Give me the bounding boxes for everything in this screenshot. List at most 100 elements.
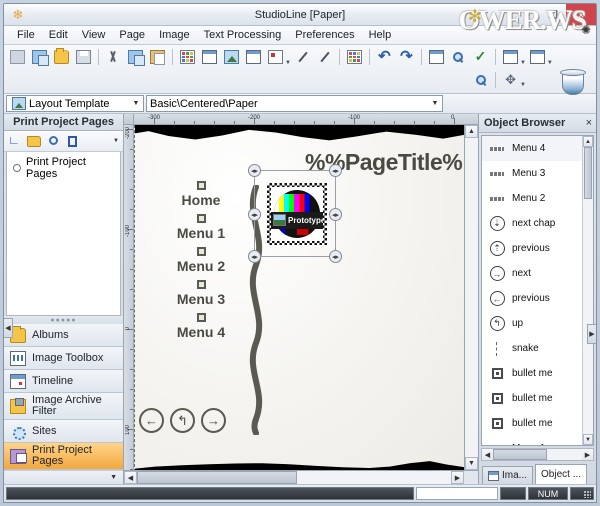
scroll-track-vertical[interactable] — [583, 199, 593, 434]
list-item[interactable]: bullet me — [482, 411, 582, 436]
menu-item-help[interactable]: Help — [362, 26, 399, 45]
resize-handle-bottom-left[interactable]: ◂▸ — [248, 250, 261, 263]
scroll-down-button[interactable]: ▼ — [583, 434, 593, 445]
save-button[interactable] — [73, 47, 94, 67]
panel-resize-grip[interactable]: ●●●●● — [4, 316, 123, 324]
eyedropper-button[interactable] — [292, 47, 313, 67]
resize-handle-left[interactable]: ◂▸ — [248, 208, 261, 221]
chevron-down-icon[interactable]: ▼ — [129, 100, 143, 107]
list-item[interactable]: Menu 2 — [482, 186, 582, 211]
radio-icon[interactable] — [13, 164, 21, 172]
resize-handle-bottom-right[interactable]: ◂▸ — [329, 250, 342, 263]
sidebar-item-timeline[interactable]: Timeline — [4, 370, 123, 393]
page-canvas[interactable]: %%PageTitle% Home Menu 1 Menu 2 Menu 3 M… — [134, 125, 464, 470]
zoom-tool-button[interactable] — [470, 70, 491, 90]
template-path-dropdown[interactable]: Basic\Centered\Paper ▼ — [146, 95, 443, 112]
object-browser-horizontal-scrollbar[interactable]: ◀ ▶ — [481, 448, 594, 461]
copy-button[interactable] — [125, 47, 146, 67]
prototype-image[interactable]: Prototype — [267, 183, 327, 245]
resize-handle-right[interactable]: ◂▸ — [329, 208, 342, 221]
list-item[interactable]: ← previous — [482, 286, 582, 311]
scroll-up-button[interactable]: ▲ — [465, 125, 478, 138]
tab-object-browser[interactable]: Object ... — [535, 464, 587, 484]
layout-window-button[interactable] — [243, 47, 264, 67]
scroll-thumb-horizontal[interactable] — [493, 449, 547, 460]
scroll-left-button[interactable]: ◀ — [482, 449, 493, 460]
color-table-button[interactable] — [177, 47, 198, 67]
object-browser-list[interactable]: Menu 4 Menu 3 Menu 2 ⇣ next chap — [482, 136, 582, 445]
find-text-button[interactable] — [426, 47, 447, 67]
selection-box[interactable]: Prototype ◂▸ ◂▸ ◂▸ ◂▸ ◂▸ ◂▸ — [254, 170, 336, 257]
list-item[interactable]: bullet me — [482, 386, 582, 411]
scroll-left-button[interactable]: ◀ — [124, 471, 137, 484]
page-menu-item[interactable]: Home — [153, 192, 249, 208]
tab-image-archive[interactable]: Ima... — [482, 466, 533, 484]
image-view-button[interactable] — [221, 47, 242, 67]
list-item[interactable]: Menu 4 — [482, 136, 582, 161]
redo-button[interactable]: ↷ — [396, 47, 417, 67]
scroll-track-vertical[interactable] — [465, 138, 478, 457]
sidebar-item-image-toolbox[interactable]: Image Toolbox — [4, 347, 123, 370]
go-up-level-icon[interactable]: ∟ — [8, 134, 23, 148]
resize-handle-top-left[interactable]: ◂▸ — [248, 164, 261, 177]
recycle-bin[interactable] — [558, 69, 588, 99]
list-item[interactable]: ↰ up — [482, 311, 582, 336]
open-folder-icon[interactable] — [27, 134, 42, 148]
paste-button[interactable] — [147, 47, 168, 67]
page-menu-item[interactable]: Menu 3 — [153, 291, 249, 307]
search-icon[interactable] — [46, 134, 61, 148]
scroll-right-button[interactable]: ▶ — [582, 449, 593, 460]
sidebar-item-albums[interactable]: Albums — [4, 324, 123, 347]
new-page-button[interactable] — [7, 47, 28, 67]
object-browser-vertical-scrollbar[interactable]: ▲ ▼ — [582, 136, 593, 445]
image-window-button[interactable] — [199, 47, 220, 67]
cut-button[interactable] — [103, 47, 124, 67]
menu-item-file[interactable]: File — [10, 26, 42, 45]
menu-item-text-processing[interactable]: Text Processing — [197, 26, 289, 45]
properties-button[interactable] — [265, 47, 286, 67]
horizontal-ruler[interactable]: -300 -200 -100 0 — [134, 114, 464, 125]
nav-forward-button[interactable]: → — [201, 408, 226, 433]
right-dock-expand-button[interactable]: ▶ — [587, 324, 596, 344]
page-menu-item[interactable]: Menu 2 — [153, 258, 249, 274]
menu-item-page[interactable]: Page — [112, 26, 152, 45]
close-button[interactable]: × — [566, 4, 596, 25]
scroll-thumb-horizontal[interactable] — [137, 471, 297, 484]
left-nav-overflow[interactable]: ▼ — [4, 470, 123, 484]
layout-template-dropdown[interactable]: Layout Template ▼ — [6, 95, 144, 112]
nav-up-button[interactable]: ↰ — [170, 408, 195, 433]
menu-item-edit[interactable]: Edit — [42, 26, 75, 45]
minimize-button[interactable]: – — [514, 4, 540, 25]
list-item[interactable]: bullet me — [482, 361, 582, 386]
nav-back-button[interactable]: ← — [139, 408, 164, 433]
paper-page[interactable]: %%PageTitle% Home Menu 1 Menu 2 Menu 3 M… — [134, 125, 464, 470]
export-icon[interactable] — [65, 134, 80, 148]
tree-item-print-project-pages[interactable]: Print Project Pages — [7, 152, 120, 180]
left-dock-collapse-button[interactable]: ◀ — [4, 318, 13, 338]
pan-tool-button[interactable]: ✥ — [500, 70, 521, 90]
resize-grip-icon[interactable] — [570, 487, 594, 500]
scroll-down-button[interactable]: ▼ — [465, 457, 478, 470]
scroll-track-horizontal[interactable] — [493, 449, 582, 460]
open-page-button[interactable] — [29, 47, 50, 67]
canvas-horizontal-scrollbar[interactable]: ◀ ▶ — [124, 470, 478, 484]
menu-item-image[interactable]: Image — [152, 26, 197, 45]
scroll-up-button[interactable]: ▲ — [583, 136, 593, 147]
distribute-objects-button[interactable] — [527, 47, 548, 67]
spellcheck-button[interactable]: ✓ — [470, 47, 491, 67]
scroll-track-horizontal[interactable] — [137, 471, 451, 484]
align-objects-button[interactable] — [500, 47, 521, 67]
chevron-down-icon[interactable]: ▼ — [428, 100, 442, 107]
list-item[interactable]: ⇡ previous — [482, 236, 582, 261]
page-menu-item[interactable]: Menu 4 — [153, 324, 249, 340]
chevron-down-icon[interactable]: ▼ — [110, 474, 117, 481]
page-tree[interactable]: Print Project Pages — [6, 152, 121, 316]
align-grid-button[interactable] — [344, 47, 365, 67]
list-item[interactable]: Menu 3 — [482, 161, 582, 186]
menu-item-view[interactable]: View — [75, 26, 113, 45]
list-item[interactable]: → next — [482, 261, 582, 286]
menu-item-preferences[interactable]: Preferences — [288, 26, 361, 45]
undo-button[interactable]: ↶ — [374, 47, 395, 67]
chevron-down-icon[interactable]: ▼ — [113, 138, 119, 144]
scroll-right-button[interactable]: ▶ — [451, 471, 464, 484]
